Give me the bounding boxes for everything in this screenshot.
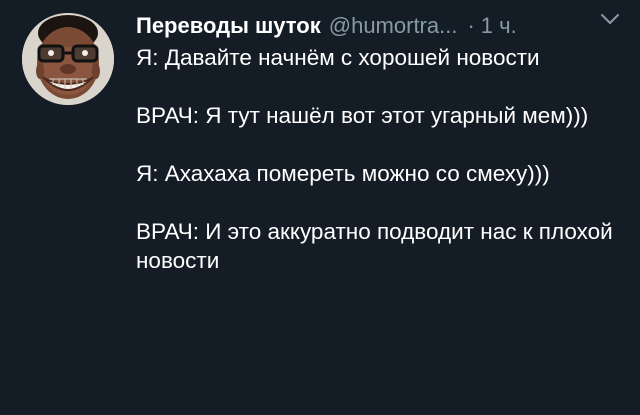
timestamp[interactable]: 1 ч. [481,10,517,42]
header-separator: · [467,13,475,38]
tweet-paragraph: ВРАЧ: И это аккуратно подводит нас к пло… [136,219,613,273]
chevron-down-icon[interactable] [600,12,620,26]
avatar[interactable] [22,13,114,105]
tweet-content: Переводы шуток @humortra... · 1 ч. Я: Да… [136,10,626,275]
tweet-header: Переводы шуток @humortra... · 1 ч. [136,10,626,42]
author-name[interactable]: Переводы шуток [136,10,321,42]
avatar-photo [22,13,114,105]
tweet-paragraph: Я: Ахахаха помереть можно со смеху))) [136,161,550,186]
tweet-paragraph: Я: Давайте начнём с хорошей новости [136,45,540,70]
tweet[interactable]: Переводы шуток @humortra... · 1 ч. Я: Да… [0,0,640,415]
tweet-text: Я: Давайте начнём с хорошей новости ВРАЧ… [136,43,626,275]
author-handle[interactable]: @humortra... [329,10,458,42]
tweet-paragraph: ВРАЧ: Я тут нашёл вот этот угарный мем))… [136,103,589,128]
